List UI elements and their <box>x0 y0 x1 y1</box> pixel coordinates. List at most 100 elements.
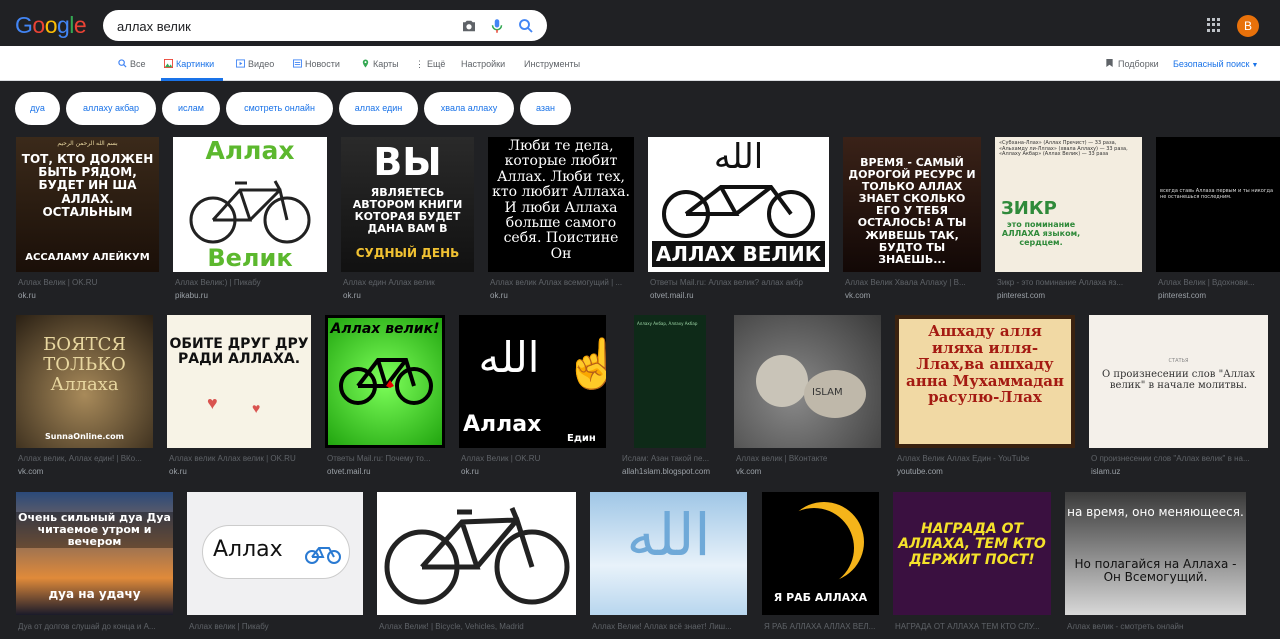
image-text: Аллах велик! <box>330 321 440 337</box>
result-image[interactable]: بسم الله الرحمن الرحيم ТОТ, КТО ДОЛЖЕН Б… <box>16 137 159 272</box>
result-caption[interactable]: Аллах Велик | Вдохнови... <box>1158 278 1278 287</box>
result-image[interactable]: Аллаху Акбар, Аллаху Акбар <box>620 315 720 448</box>
image-text: АЛЛАХ ВЕЛИК <box>652 241 825 267</box>
chip-praise-allah[interactable]: хвала аллаху <box>424 92 514 125</box>
image-text: Аллах <box>213 537 283 562</box>
result-source: ok.ru <box>169 467 187 476</box>
image-text: на время, оно меняющееся. <box>1067 505 1244 519</box>
result-image[interactable]: Очень сильный дуа Дуа читаемое утром и в… <box>16 492 173 615</box>
settings-link[interactable]: Настройки <box>461 46 505 81</box>
image-text: ОБИТЕ ДРУГ ДРУ РАДИ АЛЛАХА. <box>169 336 309 368</box>
result-source: pinterest.com <box>1158 291 1207 300</box>
result-image[interactable]: ALLAH <box>377 492 576 615</box>
image-text-2: Велик <box>207 244 293 272</box>
result-caption[interactable]: Ислам: Азан такой пе... <box>622 454 720 463</box>
search-icon <box>118 59 127 68</box>
image-text: ALLAH <box>472 527 498 535</box>
result-source: vk.com <box>845 291 871 300</box>
news-icon <box>293 59 302 68</box>
tab-news-label: Новости <box>305 59 340 69</box>
result-image[interactable]: ВРЕМЯ - САМЫЙ ДОРОГОЙ РЕСУРС И ТОЛЬКО АЛ… <box>843 137 981 272</box>
result-image[interactable]: «Субхана-Ллах» (Аллах Пречист) — 33 раза… <box>995 137 1142 272</box>
more-dots-icon: ⋮ <box>415 59 424 69</box>
result-caption[interactable]: Ответы Mail.ru: Почему то... <box>327 454 445 463</box>
avatar[interactable]: В <box>1237 15 1259 37</box>
image-text: Ашхаду алля иляха илля-Ллах,ва ашхаду ан… <box>906 322 1064 406</box>
result-image[interactable]: ВЫ ЯВЛЯЕТЕСЬ АВТОРОМ КНИГИ КОТОРАЯ БУДЕТ… <box>341 137 474 272</box>
result-caption[interactable]: Аллах Велик Аллах Един - YouTube <box>897 454 1073 463</box>
result-caption[interactable]: Ответы Mail.ru: Аллах велик? аллах акбр <box>650 278 828 287</box>
result-caption[interactable]: Аллах велик Аллах всемогущий | ... <box>490 278 632 287</box>
result-caption[interactable]: Аллах Велик | OK.RU <box>18 278 158 287</box>
result-image[interactable]: Я РАБ АЛЛАХА <box>762 492 879 615</box>
result-source: ok.ru <box>343 291 361 300</box>
result-caption[interactable]: Аллах велик Аллах велик | OK.RU <box>169 454 309 463</box>
tab-maps[interactable]: Карты <box>361 46 399 81</box>
chip-allahu-akbar[interactable]: аллаху акбар <box>66 92 156 125</box>
result-image[interactable]: Аллах велик! <box>325 315 445 448</box>
safesearch-label: Безопасный поиск <box>1173 59 1250 69</box>
image-text: Люби те дела, которые любит Аллах. Люби … <box>492 138 630 262</box>
safesearch-link[interactable]: Безопасный поиск ▼ <box>1173 46 1258 81</box>
result-image[interactable]: на время, оно меняющееся. Но полагайся н… <box>1065 492 1246 615</box>
result-caption[interactable]: Аллах велик, Аллах един! | ВКо... <box>18 454 153 463</box>
result-image[interactable]: Аллах <box>187 492 363 615</box>
tab-images[interactable]: Картинки <box>164 46 214 81</box>
result-caption[interactable]: Аллах един Аллах велик <box>343 278 473 287</box>
collections-link[interactable]: Подборки <box>1105 46 1159 81</box>
result-image[interactable]: всегда ставь Аллаха первым и ты никогда … <box>1156 137 1280 272</box>
google-logo[interactable]: Google <box>15 12 87 39</box>
result-caption[interactable]: Я РАБ АЛЛАХА АЛЛАХ ВЕЛ... <box>764 622 879 631</box>
result-image[interactable]: ОБИТЕ ДРУГ ДРУ РАДИ АЛЛАХА. ♥ ♥ <box>167 315 311 448</box>
result-image[interactable]: БОЯТСЯ ТОЛЬКО Аллаха SunnaOnline.com <box>16 315 153 448</box>
tab-all[interactable]: Все <box>118 46 146 81</box>
search-input[interactable] <box>117 16 447 36</box>
result-image[interactable]: الله <box>590 492 747 615</box>
result-caption[interactable]: Аллах Велик:) | Пикабу <box>175 278 325 287</box>
image-text: Аллаху Акбар, Аллаху Акбар <box>637 321 698 326</box>
result-image[interactable]: Ашхаду алля иляха илля-Ллах,ва ашхаду ан… <box>895 315 1075 448</box>
result-caption[interactable]: Аллах Велик! Аллах всё знает! Лиш... <box>592 622 747 631</box>
microphone-icon[interactable] <box>488 17 506 35</box>
result-caption[interactable]: Аллах Велик Хвала Аллаху | В... <box>845 278 979 287</box>
result-source: ok.ru <box>490 291 508 300</box>
result-caption[interactable]: Зикр - это поминание Аллаха яз... <box>997 278 1140 287</box>
apps-grid-icon[interactable] <box>1207 18 1221 32</box>
chip-islam[interactable]: ислам <box>162 92 220 125</box>
tab-more[interactable]: ⋮ Ещё <box>415 46 445 81</box>
image-text: Я РАБ АЛЛАХА <box>773 591 868 604</box>
result-image[interactable]: الله АЛЛАХ ВЕЛИК <box>648 137 829 272</box>
result-source: otvet.mail.ru <box>650 291 694 300</box>
image-arabic-text: بسم الله الرحمن الرحيم <box>57 140 118 147</box>
result-image[interactable]: НАГРАДА ОТ АЛЛАХА, ТЕМ КТО ДЕРЖИТ ПОСТ! <box>893 492 1051 615</box>
result-image[interactable]: ISLAM <box>734 315 881 448</box>
result-image[interactable]: الله ☝ Аллах Един <box>459 315 606 448</box>
bicycle-icon <box>305 547 341 564</box>
result-caption[interactable]: НАГРАДА ОТ АЛЛАХА ТЕМ КТО СЛУ... <box>895 622 1051 631</box>
chip-azan[interactable]: азан <box>520 92 571 125</box>
chip-dua[interactable]: дуа <box>15 92 60 125</box>
result-caption[interactable]: Аллах велик - смотреть онлайн <box>1067 622 1246 631</box>
result-image[interactable]: СТАТЬЯ О произнесении слов "Аллах велик"… <box>1089 315 1268 448</box>
image-text: БОЯТСЯ ТОЛЬКО Аллаха <box>43 334 126 395</box>
result-image[interactable]: Люби те дела, которые любит Аллах. Люби … <box>488 137 634 272</box>
tools-link[interactable]: Инструменты <box>524 46 580 81</box>
result-caption[interactable]: Дуа от долгов слушай до конца и А... <box>18 622 173 631</box>
result-caption[interactable]: Аллах Велик! | Bicycle, Vehicles, Madrid <box>379 622 575 631</box>
chip-allah-one[interactable]: аллах един <box>339 92 418 125</box>
tab-video[interactable]: Видео <box>236 46 274 81</box>
result-caption[interactable]: Аллах велик | Пикабу <box>189 622 363 631</box>
tab-news[interactable]: Новости <box>293 46 340 81</box>
chip-watch-online[interactable]: смотреть онлайн <box>226 92 333 125</box>
result-image[interactable]: Аллах Велик <box>173 137 327 272</box>
bicycle-icon <box>189 180 311 244</box>
image-icon <box>164 59 173 68</box>
camera-icon[interactable] <box>460 17 478 35</box>
stone-shape <box>756 355 808 407</box>
result-caption[interactable]: Аллах Велик | OK.RU <box>461 454 605 463</box>
search-icon[interactable] <box>517 17 535 35</box>
bicycle-icon <box>384 507 570 605</box>
result-caption[interactable]: О произнесении слов "Аллах велик" в на..… <box>1091 454 1266 463</box>
image-text: ТОТ, КТО ДОЛЖЕН БЫТЬ РЯДОМ, БУДЕТ ИН ША … <box>21 152 154 219</box>
result-caption[interactable]: Аллах велик | ВКонтакте <box>736 454 880 463</box>
